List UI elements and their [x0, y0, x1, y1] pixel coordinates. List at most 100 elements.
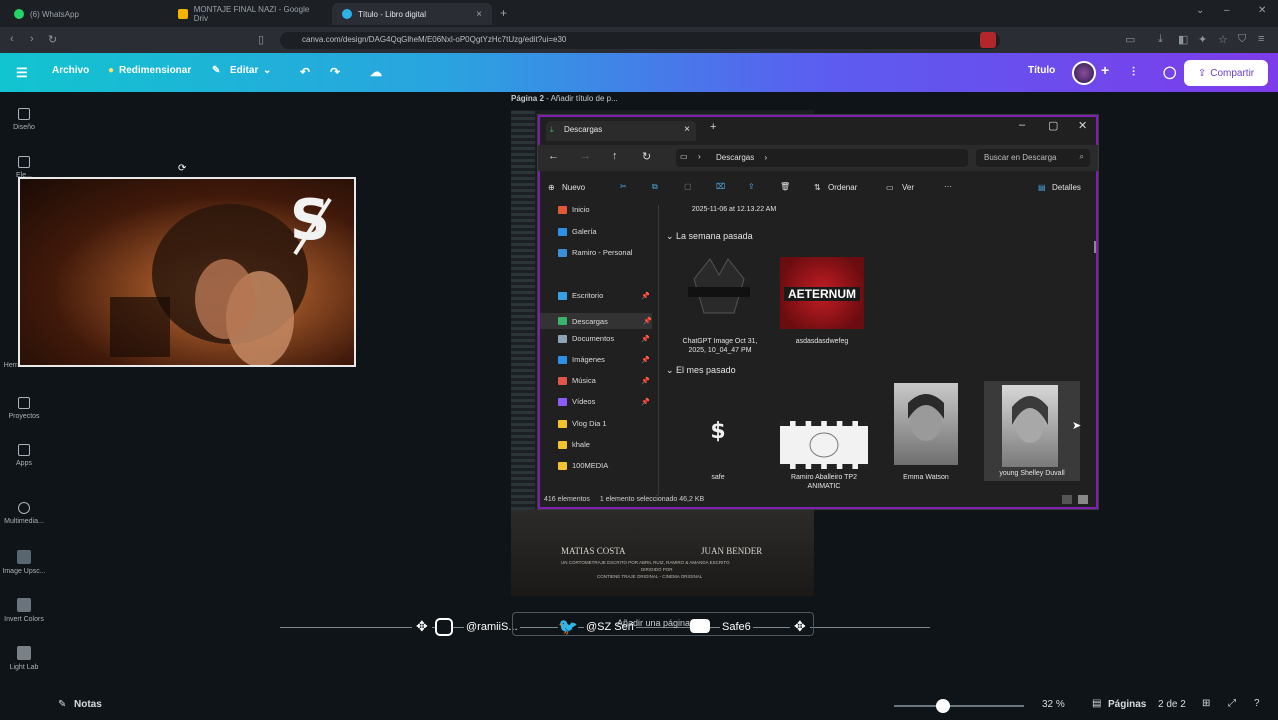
- sidebar-item[interactable]: Escritorio 📌: [558, 291, 650, 300]
- sidebar-item[interactable]: Vídeos 📌: [558, 397, 650, 406]
- pin-icon[interactable]: 📌: [641, 292, 650, 300]
- sidebar-item[interactable]: Descargas 📌: [540, 313, 652, 329]
- address-bar[interactable]: canva.com/design/DAG4QqGlheM/E06Nxl-oP0Q…: [280, 32, 1000, 49]
- file-item[interactable]: [894, 383, 958, 465]
- rail-item-invert-colors[interactable]: Invert Colors: [0, 598, 48, 623]
- close-tab-icon[interactable]: ×: [684, 124, 690, 135]
- help-icon[interactable]: ?: [1254, 698, 1260, 709]
- back-icon[interactable]: ‹: [10, 33, 14, 45]
- chevron-down-icon[interactable]: ⌄: [1196, 5, 1204, 16]
- zoom-level[interactable]: 32 %: [1042, 699, 1065, 710]
- rail-item-elements[interactable]: Ele...: [0, 156, 48, 179]
- pin-icon[interactable]: 📌: [643, 317, 652, 325]
- back-icon[interactable]: ←: [548, 150, 559, 162]
- grid-view-icon[interactable]: [1078, 495, 1088, 504]
- new-tab-button[interactable]: +: [500, 6, 507, 20]
- move-handle-icon[interactable]: ✥: [790, 618, 810, 635]
- share-icon[interactable]: ⇪: [748, 182, 755, 191]
- forward-icon[interactable]: ›: [30, 33, 34, 45]
- new-button[interactable]: Nuevo: [562, 183, 585, 192]
- sidebar-item[interactable]: Documentos 📌: [558, 334, 650, 343]
- move-handle-icon[interactable]: ✥: [412, 618, 432, 635]
- tab-whatsapp[interactable]: (6) WhatsApp: [4, 3, 168, 25]
- close-window-icon[interactable]: ✕: [1078, 119, 1087, 132]
- pin-icon[interactable]: 📌: [641, 398, 650, 406]
- rotate-handle-icon[interactable]: ⟳: [178, 163, 186, 174]
- more-options-button[interactable]: ···: [944, 182, 952, 191]
- sidebar-item[interactable]: 100MEDIA: [558, 461, 650, 470]
- hamburger-menu-icon[interactable]: ☰: [16, 65, 28, 81]
- extension-badge-icon[interactable]: [980, 32, 996, 48]
- shield-icon[interactable]: ⛉: [1238, 33, 1246, 46]
- scrollbar-thumb[interactable]: [1094, 241, 1096, 253]
- rename-icon[interactable]: ⌧: [716, 182, 725, 191]
- explorer-search-input[interactable]: Buscar en Descarga ⌕: [976, 149, 1090, 167]
- rail-item-multimedia[interactable]: Multimedia...: [0, 502, 48, 525]
- sidebar-item[interactable]: Ramiro - Personal: [558, 248, 650, 257]
- rail-item-design[interactable]: Diseño: [0, 108, 48, 131]
- pin-icon[interactable]: 📌: [641, 377, 650, 385]
- file-item[interactable]: [680, 253, 758, 331]
- fullscreen-icon[interactable]: ⤢: [1228, 698, 1236, 709]
- page-title-input[interactable]: - Añadir título de p...: [546, 94, 618, 103]
- menu-icon[interactable]: ≡: [1258, 33, 1264, 45]
- star-icon[interactable]: ☆: [1218, 33, 1228, 46]
- file-item[interactable]: [780, 421, 868, 469]
- path-segment[interactable]: Descargas: [716, 153, 754, 162]
- pin-icon[interactable]: 📌: [641, 356, 650, 364]
- resize-button[interactable]: Redimensionar: [119, 65, 191, 76]
- analytics-icon[interactable]: ⫶: [1132, 65, 1135, 80]
- tab-google-drive[interactable]: MONTAJE FINAL NAZI - Google Driv: [168, 3, 332, 25]
- refresh-icon[interactable]: ↻: [642, 150, 651, 163]
- up-icon[interactable]: ↑: [612, 150, 618, 162]
- comment-icon[interactable]: ◯: [1163, 65, 1176, 79]
- sidebar-item[interactable]: Música 📌: [558, 376, 650, 385]
- rail-item-light-lab[interactable]: Light Lab: [0, 646, 48, 671]
- zoom-slider-track[interactable]: [894, 705, 1024, 707]
- cast-icon[interactable]: ▭: [1125, 33, 1135, 46]
- new-tab-icon[interactable]: +: [710, 121, 716, 133]
- explorer-tab[interactable]: ⤓ Descargas ×: [546, 121, 696, 141]
- reload-icon[interactable]: ↻: [48, 33, 57, 46]
- details-button[interactable]: Detalles: [1052, 183, 1081, 192]
- add-collaborator-icon[interactable]: +: [1101, 62, 1109, 78]
- rail-item-apps[interactable]: Apps: [0, 444, 48, 467]
- explorer-address-bar[interactable]: ▭ › Descargas ›: [676, 149, 968, 167]
- redo-icon[interactable]: ↷: [330, 65, 340, 79]
- file-item[interactable]: AETERNUM: [780, 257, 864, 329]
- sidebar-item[interactable]: Vlog Dia 1: [558, 419, 650, 428]
- sidebar-item[interactable]: khale: [558, 440, 650, 449]
- view-button[interactable]: Ver: [902, 183, 914, 192]
- zoom-slider-thumb[interactable]: [936, 699, 951, 713]
- group-header-week[interactable]: ⌄ La semana pasada: [666, 231, 753, 242]
- download-icon[interactable]: ⤓: [1158, 33, 1163, 46]
- cut-icon[interactable]: ✂: [620, 182, 627, 191]
- tab-canva[interactable]: Título - Libro digital ×: [332, 3, 492, 25]
- bookmark-icon[interactable]: ▯: [258, 33, 264, 46]
- cloud-save-icon[interactable]: ☁: [370, 65, 382, 79]
- copy-icon[interactable]: ⧉: [652, 182, 658, 192]
- add-page-button[interactable]: Añadir una página: [512, 612, 814, 636]
- share-button[interactable]: ⇪ Compartir: [1184, 60, 1268, 86]
- forward-icon[interactable]: →: [580, 150, 591, 162]
- extensions-icon[interactable]: ✦: [1198, 33, 1207, 46]
- maximize-icon[interactable]: ▢: [1048, 119, 1058, 132]
- file-item-selected[interactable]: young Shelley Duvall: [984, 381, 1080, 481]
- list-view-icon[interactable]: [1062, 495, 1072, 504]
- file-menu-button[interactable]: Archivo: [52, 65, 89, 76]
- sort-button[interactable]: Ordenar: [828, 183, 857, 192]
- close-tab-icon[interactable]: ×: [476, 9, 482, 20]
- rail-item-image-upscaler[interactable]: Image Upsc...: [0, 550, 48, 575]
- file-item[interactable]: $: [688, 419, 748, 459]
- pages-button[interactable]: Páginas: [1108, 699, 1146, 710]
- sidebar-item[interactable]: Inicio: [558, 205, 650, 214]
- avatar[interactable]: [1072, 61, 1096, 85]
- pin-icon[interactable]: 📌: [641, 335, 650, 343]
- delete-icon[interactable]: 🗑: [780, 182, 790, 191]
- group-header-month[interactable]: ⌄ El mes pasado: [666, 365, 736, 376]
- minimize-icon[interactable]: –: [1224, 5, 1230, 16]
- sidebar-icon[interactable]: ◧: [1178, 33, 1188, 46]
- design-title[interactable]: Título: [1028, 65, 1055, 76]
- chevron-down-icon[interactable]: ⌄: [263, 65, 271, 76]
- sidebar-item[interactable]: Galería: [558, 227, 650, 236]
